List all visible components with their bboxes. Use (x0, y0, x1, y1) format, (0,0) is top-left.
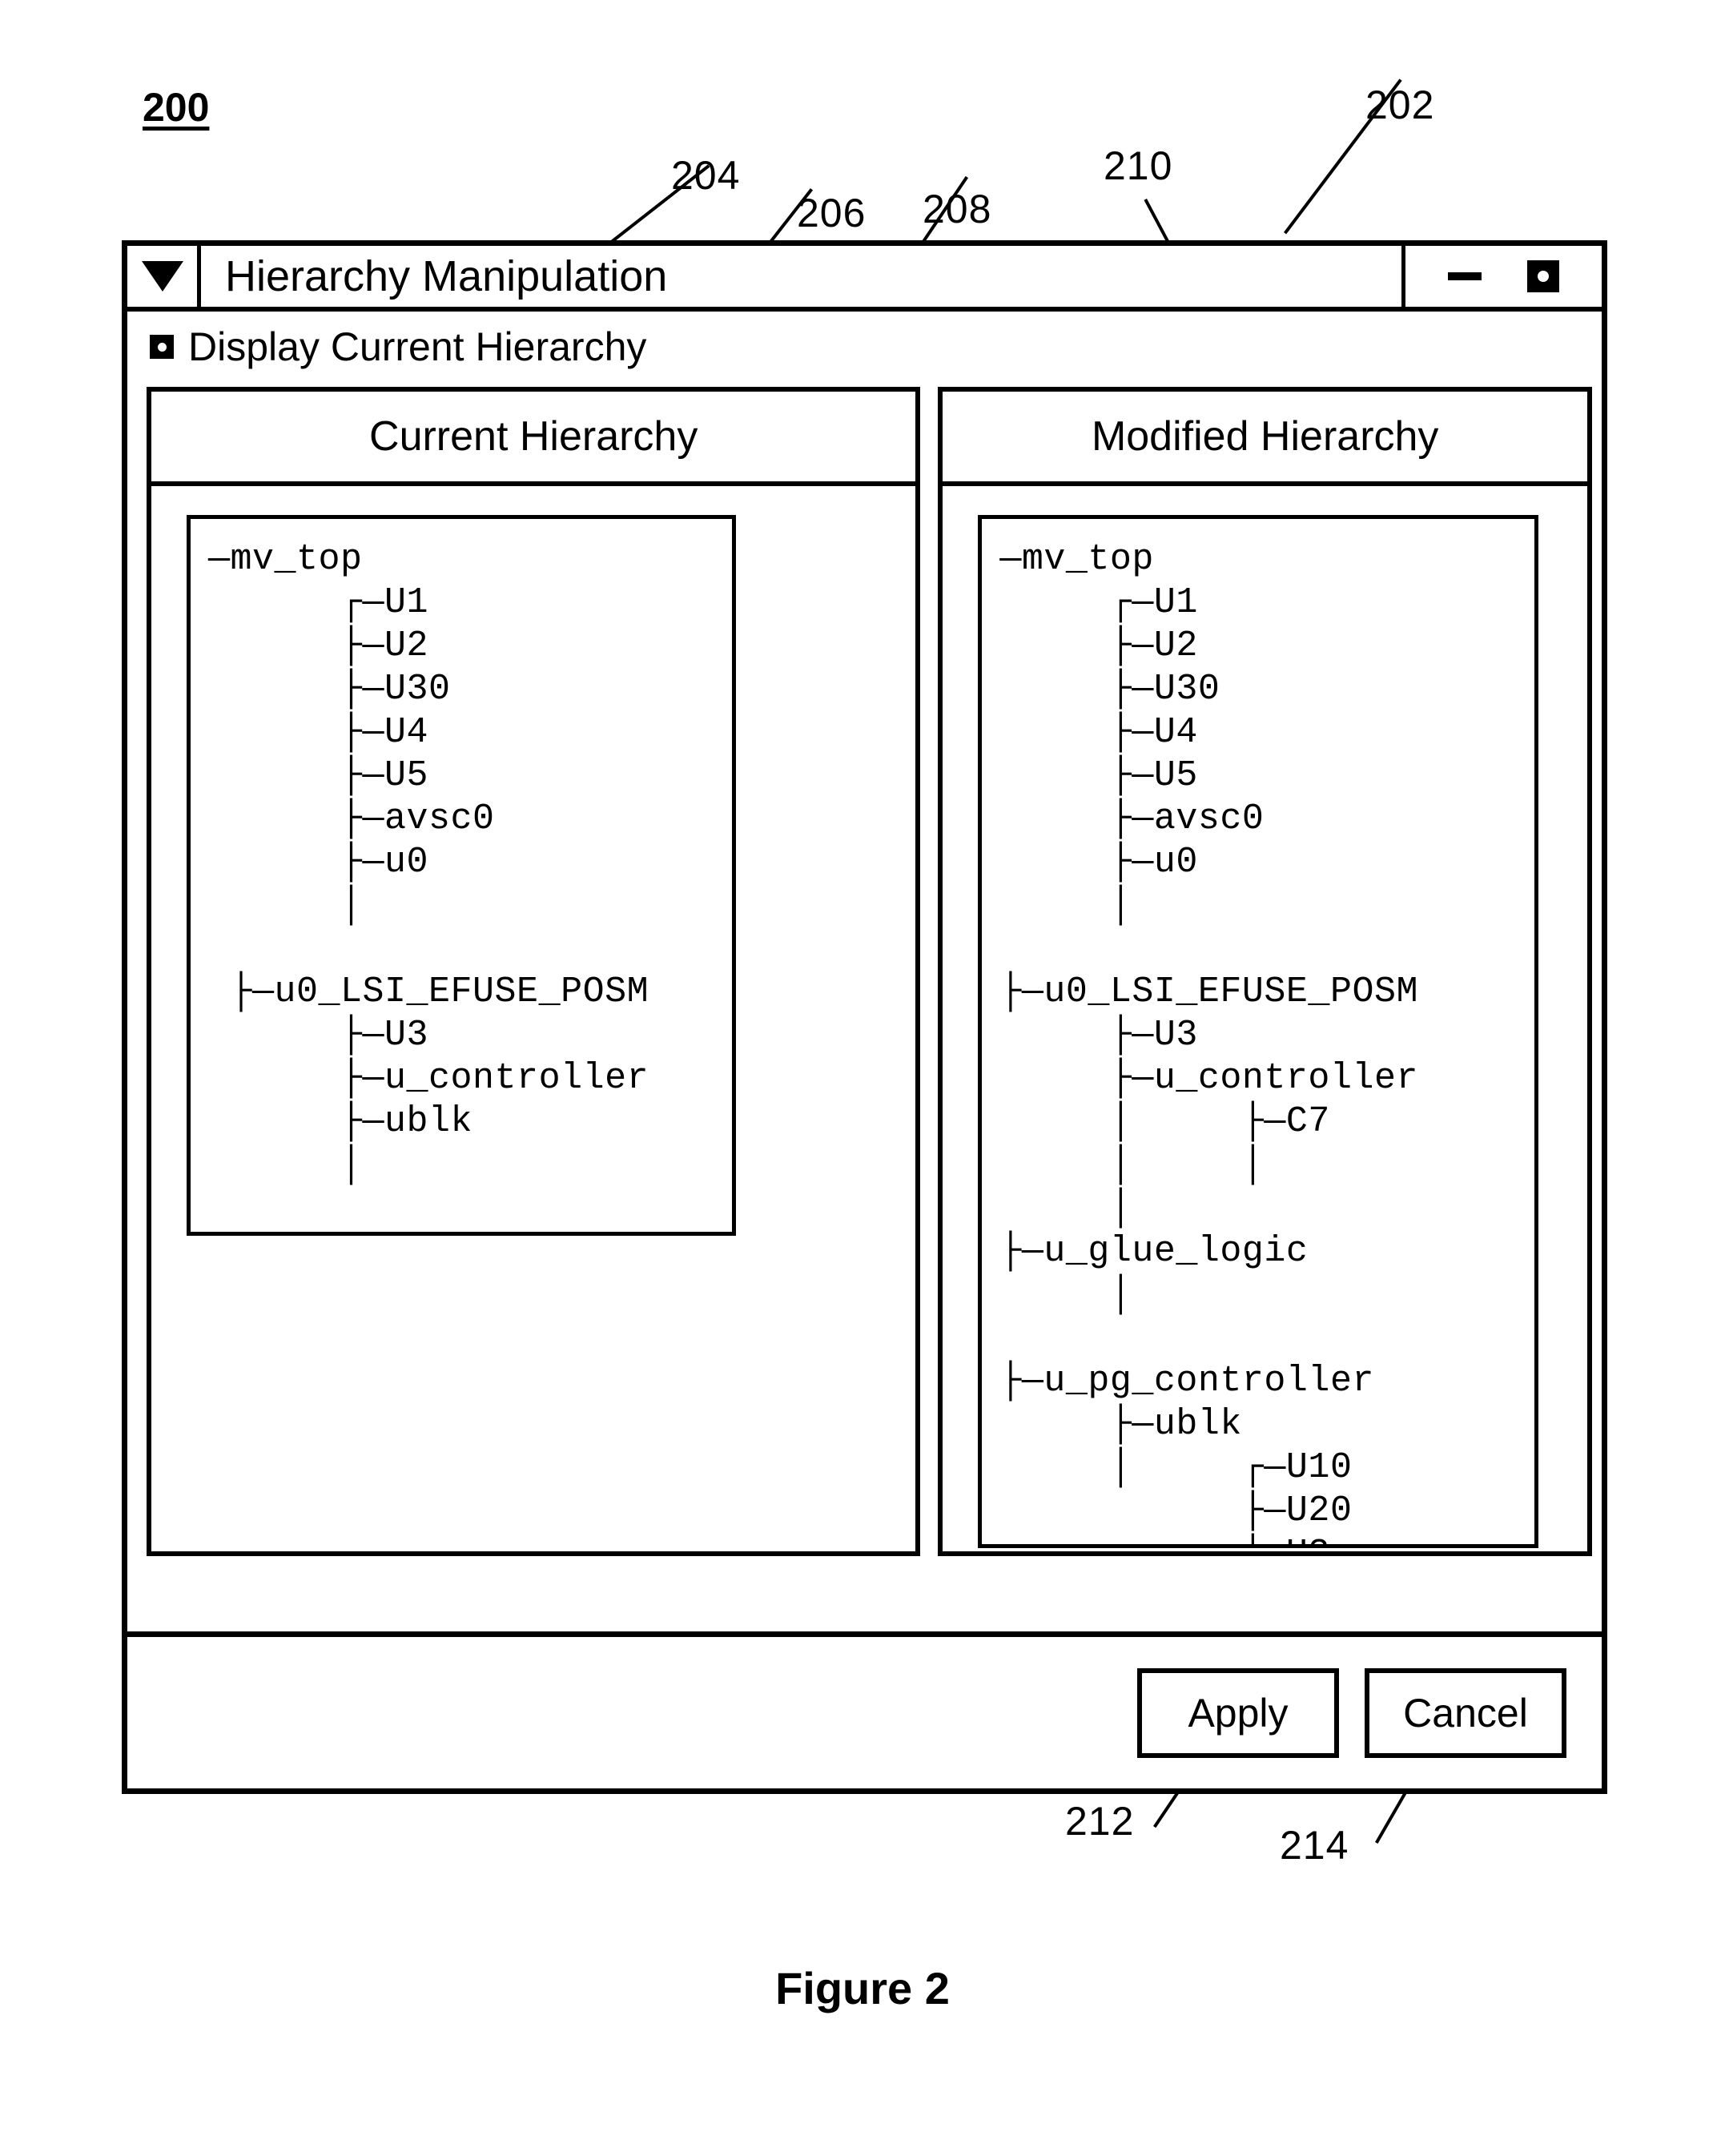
current-hierarchy-body: —mv_top ┌—U1 ├—U2 ├—U30 ├—U4 ├—U5 ├—avsc… (151, 486, 915, 1551)
figure-numeral-210-top: 210 (1104, 143, 1173, 188)
cancel-button[interactable]: Cancel (1365, 1667, 1566, 1758)
current-hierarchy-tree: —mv_top ┌—U1 ├—U2 ├—U30 ├—U4 ├—U5 ├—avsc… (208, 539, 649, 1185)
display-current-hierarchy-label: Display Current Hierarchy (188, 324, 647, 369)
window-menu-button[interactable] (127, 246, 201, 307)
maximize-icon[interactable] (1527, 260, 1560, 292)
current-hierarchy-tree-box[interactable]: —mv_top ┌—U1 ├—U2 ├—U30 ├—U4 ├—U5 ├—avsc… (187, 515, 736, 1236)
modified-hierarchy-panel: Modified Hierarchy —mv_top ┌—U1 ├—U2 ├—U… (938, 387, 1592, 1556)
leader-line-202 (1284, 78, 1402, 235)
dialog-button-bar: Apply Cancel (127, 1631, 1602, 1788)
caret-down-icon (141, 261, 183, 292)
figure-numeral-212: 212 (1065, 1799, 1135, 1844)
figure-numeral-204: 204 (671, 153, 741, 198)
hierarchy-manipulation-window: Hierarchy Manipulation Display Current H… (122, 240, 1607, 1794)
modified-hierarchy-header: Modified Hierarchy (943, 392, 1587, 486)
window-title-bar: Hierarchy Manipulation (127, 246, 1602, 312)
apply-button[interactable]: Apply (1137, 1667, 1339, 1758)
display-current-hierarchy-checkbox[interactable] (150, 335, 174, 359)
modified-hierarchy-tree: —mv_top ┌—U1 ├—U2 ├—U30 ├—U4 ├—U5 ├—avsc… (999, 539, 1418, 1544)
current-hierarchy-header: Current Hierarchy (151, 392, 916, 486)
leader-line-204 (601, 164, 710, 251)
figure-numeral-202: 202 (1365, 82, 1435, 127)
current-hierarchy-panel: Current Hierarchy —mv_top ┌—U1 ├—U2 ├—U3… (147, 387, 921, 1556)
minimize-icon[interactable] (1447, 272, 1482, 280)
figure-numeral-200: 200 (143, 85, 210, 130)
figure-numeral-214: 214 (1280, 1823, 1349, 1868)
hierarchy-panels: Current Hierarchy —mv_top ┌—U1 ├—U2 ├—U3… (147, 387, 1592, 1556)
window-title: Hierarchy Manipulation (225, 252, 668, 300)
figure-caption: Figure 2 (775, 1963, 950, 2013)
display-current-hierarchy-row[interactable]: Display Current Hierarchy (127, 312, 1602, 382)
window-controls (1401, 246, 1602, 307)
modified-hierarchy-body: —mv_top ┌—U1 ├—U2 ├—U30 ├—U4 ├—U5 ├—avsc… (943, 486, 1587, 1551)
modified-hierarchy-tree-box[interactable]: —mv_top ┌—U1 ├—U2 ├—U30 ├—U4 ├—U5 ├—avsc… (978, 515, 1539, 1548)
